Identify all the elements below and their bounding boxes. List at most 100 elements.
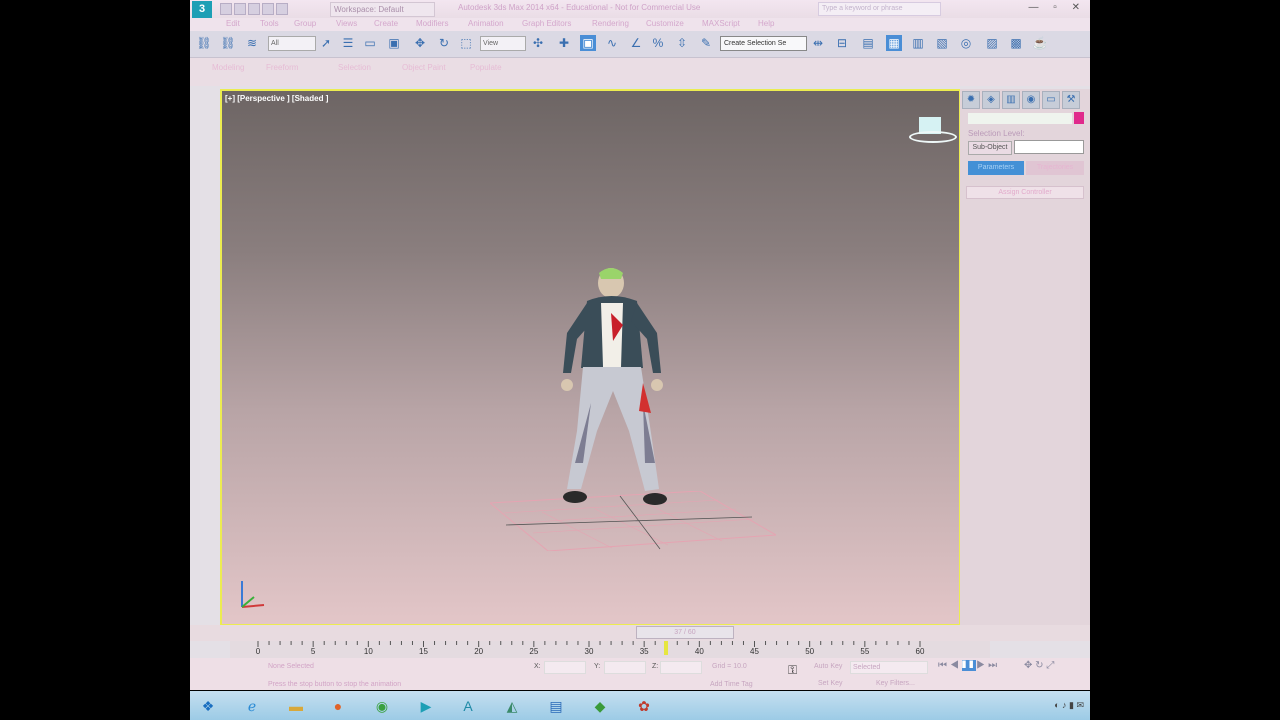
start-button-icon[interactable]: ❖ bbox=[194, 694, 222, 718]
app-icon-7[interactable]: ◭ bbox=[498, 694, 526, 718]
link-icon[interactable]: ⛓ bbox=[196, 35, 212, 51]
keyboard-shortcut-override-icon[interactable]: ▣ bbox=[580, 35, 596, 51]
character-model[interactable] bbox=[547, 263, 707, 523]
object-color-swatch[interactable] bbox=[1074, 112, 1084, 124]
select-manipulate-icon[interactable]: ✚ bbox=[556, 35, 572, 51]
undo-icon[interactable] bbox=[262, 3, 274, 15]
key-mode-dropdown[interactable]: Selected bbox=[850, 661, 928, 674]
autodesk-icon[interactable]: A bbox=[454, 694, 482, 718]
menu-create[interactable]: Create bbox=[374, 19, 398, 28]
app-icon-10[interactable]: ✿ bbox=[630, 694, 658, 718]
menu-customize[interactable]: Customize bbox=[646, 19, 684, 28]
menu-tools[interactable]: Tools bbox=[260, 19, 279, 28]
move-icon[interactable]: ✥ bbox=[412, 35, 428, 51]
system-tray[interactable]: ◐ ♪ ▮ ✉ bbox=[1054, 700, 1084, 711]
app-logo-icon[interactable]: 3 bbox=[192, 1, 212, 18]
window-crossing-icon[interactable]: ▣ bbox=[386, 35, 402, 51]
schematic-view-icon[interactable]: ▧ bbox=[934, 35, 950, 51]
utilities-tab-icon[interactable]: ⚒ bbox=[1062, 91, 1080, 109]
time-slider[interactable]: 37 / 60 bbox=[190, 625, 1090, 641]
modify-tab-icon[interactable]: ◈ bbox=[982, 91, 1000, 109]
graphite-toggle-icon[interactable]: ▦ bbox=[886, 35, 902, 51]
angle-snap-icon[interactable]: ∠ bbox=[628, 35, 644, 51]
select-by-name-icon[interactable]: ☰ bbox=[340, 35, 356, 51]
auto-key-button[interactable]: Auto Key bbox=[814, 663, 842, 670]
chrome-icon[interactable]: ◉ bbox=[368, 694, 396, 718]
create-tab-icon[interactable]: ✹ bbox=[962, 91, 980, 109]
sub-object-dropdown[interactable] bbox=[1014, 140, 1084, 154]
menu-group[interactable]: Group bbox=[294, 19, 316, 28]
viewport-navigation-icons[interactable]: ✥ ↻ ⤢ bbox=[1024, 660, 1054, 671]
rotate-icon[interactable]: ↻ bbox=[436, 35, 452, 51]
set-key-button[interactable]: Set Key bbox=[818, 680, 843, 687]
menu-graph-editors[interactable]: Graph Editors bbox=[522, 19, 571, 28]
hierarchy-tab-icon[interactable]: ▥ bbox=[1002, 91, 1020, 109]
ribbon-tab-freeform[interactable]: Freeform bbox=[266, 63, 298, 72]
playback-controls[interactable]: ⏮◀❚❚▶⏭ bbox=[938, 660, 1000, 671]
trajectories-button[interactable]: Trajectories bbox=[1026, 161, 1084, 175]
mirror-icon[interactable]: ⇹ bbox=[810, 35, 826, 51]
3ds-max-icon[interactable]: ▶ bbox=[412, 694, 440, 718]
reference-coordinate-dropdown[interactable]: View bbox=[480, 36, 526, 51]
app-icon-9[interactable]: ◆ bbox=[586, 694, 614, 718]
assign-controller-rollout[interactable]: Assign Controller bbox=[966, 186, 1084, 199]
pivot-center-icon[interactable]: ✣ bbox=[530, 35, 546, 51]
open-icon[interactable] bbox=[234, 3, 246, 15]
play-button[interactable]: ❚❚ bbox=[961, 660, 977, 671]
viewport-label[interactable]: [+] [Perspective ] [Shaded ] bbox=[225, 94, 328, 103]
render-production-icon[interactable]: ☕ bbox=[1032, 35, 1048, 51]
curve-editor-icon[interactable]: ▥ bbox=[910, 35, 926, 51]
display-tab-icon[interactable]: ▭ bbox=[1042, 91, 1060, 109]
selection-filter-dropdown[interactable]: All bbox=[268, 36, 316, 51]
key-filters-button[interactable]: Key Filters... bbox=[876, 680, 915, 687]
search-input[interactable]: Type a keyword or phrase bbox=[818, 2, 941, 16]
add-time-tag-button[interactable]: Add Time Tag bbox=[710, 681, 753, 688]
file-explorer-icon[interactable]: ▬ bbox=[282, 694, 310, 718]
align-icon[interactable]: ⊟ bbox=[834, 35, 850, 51]
redo-icon[interactable] bbox=[276, 3, 288, 15]
edit-named-selection-icon[interactable]: ✎ bbox=[698, 35, 714, 51]
y-coordinate-field[interactable] bbox=[604, 661, 646, 674]
motion-tab-icon[interactable]: ◉ bbox=[1022, 91, 1040, 109]
playhead-marker[interactable] bbox=[664, 641, 669, 655]
menu-views[interactable]: Views bbox=[336, 19, 357, 28]
spinner-snap-icon[interactable]: ⇳ bbox=[674, 35, 690, 51]
internet-explorer-icon[interactable]: ℯ bbox=[238, 694, 266, 718]
ribbon-tab-selection[interactable]: Selection bbox=[338, 63, 371, 72]
named-selection-set-dropdown[interactable]: Create Selection Se bbox=[720, 36, 807, 51]
window-controls[interactable]: — ▫ ✕ bbox=[1029, 2, 1086, 13]
scale-icon[interactable]: ⬚ bbox=[458, 35, 474, 51]
unlink-icon[interactable]: ⛓ bbox=[220, 35, 236, 51]
key-icon[interactable]: ⚿ bbox=[788, 663, 797, 678]
ribbon-tab-populate[interactable]: Populate bbox=[470, 63, 502, 72]
menu-rendering[interactable]: Rendering bbox=[592, 19, 629, 28]
select-object-icon[interactable]: ➚ bbox=[318, 35, 334, 51]
percent-snap-icon[interactable]: % bbox=[650, 35, 666, 51]
material-editor-icon[interactable]: ◎ bbox=[958, 35, 974, 51]
layer-manager-icon[interactable]: ▤ bbox=[860, 35, 876, 51]
viewcube-icon[interactable] bbox=[909, 117, 957, 143]
parameters-button[interactable]: Parameters bbox=[968, 161, 1024, 175]
menu-maxscript[interactable]: MAXScript bbox=[702, 19, 740, 28]
track-bar[interactable]: 0 5 10 15 20 25 30 35 40 45 50 55 60 bbox=[230, 641, 990, 658]
firefox-icon[interactable]: ● bbox=[324, 694, 352, 718]
workspace-dropdown[interactable]: Workspace: Default bbox=[330, 2, 435, 17]
ribbon-tab-object-paint[interactable]: Object Paint bbox=[402, 63, 446, 72]
snaps-toggle-icon[interactable]: ∿ bbox=[604, 35, 620, 51]
menu-animation[interactable]: Animation bbox=[468, 19, 504, 28]
save-icon[interactable] bbox=[248, 3, 260, 15]
menu-edit[interactable]: Edit bbox=[226, 19, 240, 28]
object-name-field[interactable] bbox=[968, 113, 1072, 124]
sub-object-button[interactable]: Sub-Object bbox=[968, 141, 1012, 155]
menu-modifiers[interactable]: Modifiers bbox=[416, 19, 448, 28]
x-coordinate-field[interactable] bbox=[544, 661, 586, 674]
app-icon-8[interactable]: ▤ bbox=[542, 694, 570, 718]
time-slider-thumb[interactable]: 37 / 60 bbox=[636, 626, 734, 639]
menu-help[interactable]: Help bbox=[758, 19, 774, 28]
ribbon-tab-modeling[interactable]: Modeling bbox=[212, 63, 244, 72]
z-coordinate-field[interactable] bbox=[660, 661, 702, 674]
rendered-frame-icon[interactable]: ▩ bbox=[1008, 35, 1024, 51]
bind-space-warp-icon[interactable]: ≋ bbox=[244, 35, 260, 51]
render-setup-icon[interactable]: ▨ bbox=[984, 35, 1000, 51]
new-icon[interactable] bbox=[220, 3, 232, 15]
